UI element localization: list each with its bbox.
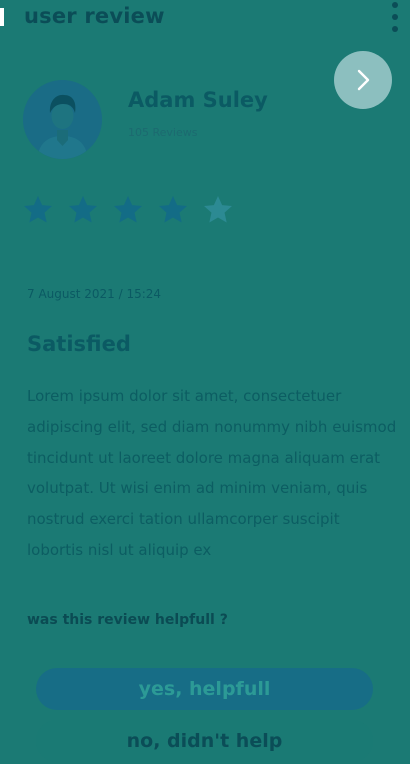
next-review-button[interactable] <box>334 51 392 109</box>
menu-dot <box>392 14 398 20</box>
avatar <box>23 80 102 159</box>
review-date: 7 August 2021 / 15:24 <box>27 287 162 301</box>
reviewer-review-count: 105 Reviews <box>128 126 198 139</box>
user-avatar-icon <box>23 80 102 159</box>
review-body: Lorem ipsum dolor sit amet, consectetuer… <box>27 387 397 559</box>
more-vertical-icon[interactable] <box>392 2 398 36</box>
helpful-question: was this review helpfull ? <box>27 612 228 628</box>
star-icon <box>204 196 232 223</box>
star-rating <box>22 194 247 226</box>
helpful-yes-button[interactable]: yes, helpfull <box>36 668 373 710</box>
review-title: Satisfied <box>27 332 131 356</box>
star-icon <box>69 196 97 223</box>
menu-dot <box>392 2 398 8</box>
chevron-right-icon <box>357 69 370 91</box>
reviewer-name: Adam Suley <box>128 88 268 112</box>
page-title: user review <box>24 4 165 28</box>
helpful-no-button[interactable]: no, didn't help <box>36 720 373 762</box>
star-icon <box>24 196 52 223</box>
back-indicator[interactable] <box>0 8 4 26</box>
review-screen: user review Adam Suley 105 Reviews 7 Aug… <box>0 0 410 764</box>
star-icon <box>159 196 187 223</box>
menu-dot <box>392 26 398 32</box>
star-icon <box>114 196 142 223</box>
